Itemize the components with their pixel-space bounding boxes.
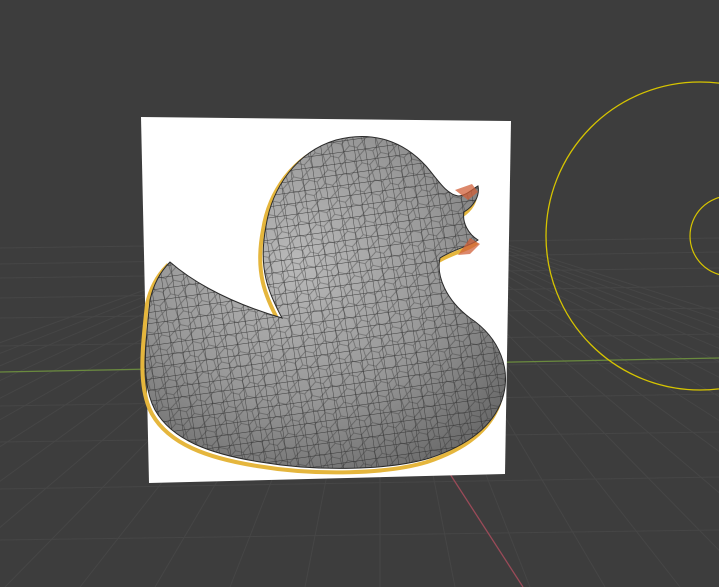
grid-line: [0, 476, 719, 490]
grid-line: [499, 244, 719, 321]
grid-line: [491, 244, 719, 329]
grid-line: [475, 244, 719, 349]
grid-line: [0, 529, 719, 541]
3d-viewport[interactable]: [0, 0, 719, 587]
grid-line: [483, 244, 719, 338]
viewport-canvas[interactable]: [0, 0, 719, 587]
light-gizmo-inner-ring[interactable]: [689, 196, 719, 276]
